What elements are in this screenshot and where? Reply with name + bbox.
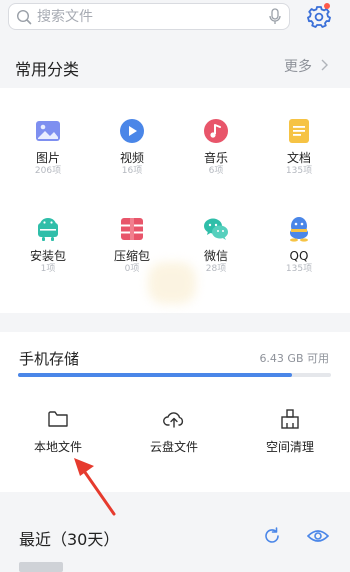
category-label: QQ <box>289 249 309 263</box>
video-icon <box>120 119 144 143</box>
local-files-button[interactable]: 本地文件 <box>13 408 103 455</box>
category-count: 6项 <box>208 166 224 176</box>
category-label: 压缩包 <box>113 249 150 263</box>
recent-title: 最近（30天） <box>19 530 120 549</box>
list-item-partial <box>19 562 63 572</box>
search-bar[interactable]: 搜索文件 <box>8 3 290 30</box>
broom-icon <box>281 409 299 429</box>
category-label: 安装包 <box>29 249 66 263</box>
category-apks[interactable]: 安装包 1项 <box>18 216 78 275</box>
category-label: 音乐 <box>203 151 228 165</box>
category-label: 图片 <box>35 151 60 165</box>
search-icon <box>16 9 32 25</box>
settings-badge-dot <box>324 3 330 9</box>
space-cleanup-button[interactable]: 空间清理 <box>245 408 335 455</box>
android-icon <box>38 218 58 241</box>
archive-icon <box>121 218 143 240</box>
category-wechat[interactable]: 微信 28项 <box>186 216 246 275</box>
categories-more-link[interactable]: 更多 <box>284 56 312 76</box>
category-documents[interactable]: 文档 135项 <box>269 118 329 177</box>
category-label: 文档 <box>286 151 311 165</box>
category-count: 1项 <box>40 264 56 274</box>
category-count: 135项 <box>285 264 313 274</box>
blurred-thumbnail <box>148 262 196 304</box>
document-icon <box>289 119 309 143</box>
local-files-label: 本地文件 <box>33 440 82 454</box>
eye-icon[interactable] <box>307 527 329 545</box>
category-label: 视频 <box>119 151 144 165</box>
wechat-icon <box>204 218 228 240</box>
storage-title: 手机存储 <box>19 350 80 368</box>
image-icon <box>36 121 60 141</box>
annotation-arrow-icon <box>74 458 116 516</box>
folder-icon <box>48 411 68 427</box>
space-cleanup-label: 空间清理 <box>265 440 314 454</box>
search-placeholder[interactable]: 搜索文件 <box>37 8 93 26</box>
categories-title: 常用分类 <box>15 60 80 79</box>
category-count: 206项 <box>34 166 62 176</box>
cloud-files-button[interactable]: 云盘文件 <box>129 408 219 455</box>
category-count: 135项 <box>285 166 313 176</box>
category-count: 16项 <box>121 166 143 176</box>
cloud-files-label: 云盘文件 <box>149 440 198 454</box>
category-images[interactable]: 图片 206项 <box>18 118 78 177</box>
storage-bar-fill <box>18 373 292 377</box>
refresh-icon[interactable] <box>262 526 282 546</box>
storage-available: 6.43 GB 可用 <box>259 352 329 365</box>
qq-penguin-icon <box>290 217 308 242</box>
category-music[interactable]: 音乐 6项 <box>186 118 246 177</box>
chevron-right-icon[interactable] <box>318 57 330 73</box>
microphone-icon[interactable] <box>268 8 282 26</box>
category-qq[interactable]: QQ 135项 <box>269 216 329 275</box>
category-videos[interactable]: 视频 16项 <box>102 118 162 177</box>
music-icon <box>204 119 228 143</box>
category-label: 微信 <box>203 249 228 263</box>
cloud-upload-icon <box>163 412 184 428</box>
